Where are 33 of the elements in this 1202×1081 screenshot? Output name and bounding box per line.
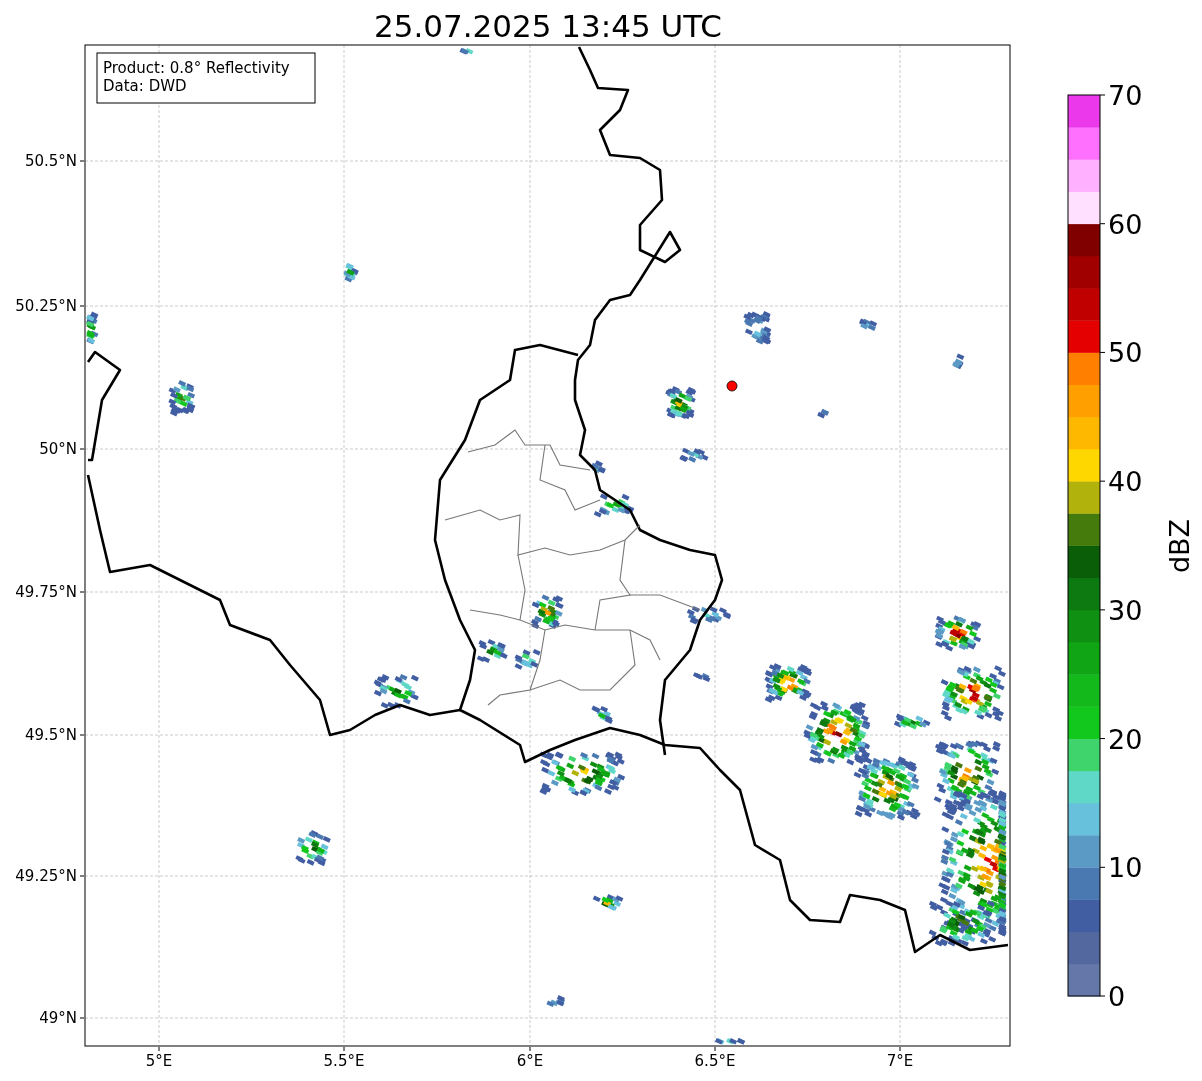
colorbar-tick-label: 10 — [1108, 852, 1143, 884]
longitude-label: 5.5°E — [323, 1052, 365, 1070]
latitude-label: 49.75°N — [15, 583, 77, 601]
latitude-label: 50.25°N — [15, 297, 77, 315]
tick-mark — [1099, 480, 1106, 482]
tick-mark — [1099, 223, 1106, 225]
colorbar-tick-label: 70 — [1108, 80, 1143, 111]
colorbar-tick-label: 20 — [1108, 723, 1143, 755]
latitude-label: 49.25°N — [15, 867, 77, 885]
latitude-label: 49°N — [39, 1009, 77, 1027]
latitude-label: 50°N — [39, 440, 77, 458]
latitude-label: 49.5°N — [24, 726, 77, 744]
longitude-label: 6°E — [516, 1052, 544, 1070]
colorbar-tick-label: 50 — [1108, 337, 1143, 369]
tick-mark — [1099, 866, 1106, 868]
location-marker — [726, 380, 738, 392]
tick-mark — [1099, 738, 1106, 740]
legend-text: Data: DWD — [103, 77, 187, 95]
longitude-label: 5°E — [145, 1052, 173, 1070]
colorbar-tick-label: 40 — [1108, 466, 1143, 498]
chart-title: 25.07.2025 13:45 UTC — [374, 8, 722, 44]
colorbar-label: dBZ — [1164, 518, 1195, 574]
longitude-label: 7°E — [886, 1052, 914, 1070]
colorbar-tick-label: 60 — [1108, 208, 1143, 240]
colorbar-tick-label: 30 — [1108, 594, 1143, 626]
tick-mark — [1099, 609, 1106, 611]
tick-mark — [1099, 351, 1106, 353]
latitude-label: 50.5°N — [24, 152, 77, 170]
tick-mark — [1099, 995, 1106, 997]
colorbar-tick-label: 0 — [1108, 981, 1126, 1012]
legend-text: Product: 0.8° Reflectivity — [103, 59, 290, 77]
tick-mark — [1099, 94, 1106, 96]
longitude-label: 6.5°E — [694, 1052, 736, 1070]
